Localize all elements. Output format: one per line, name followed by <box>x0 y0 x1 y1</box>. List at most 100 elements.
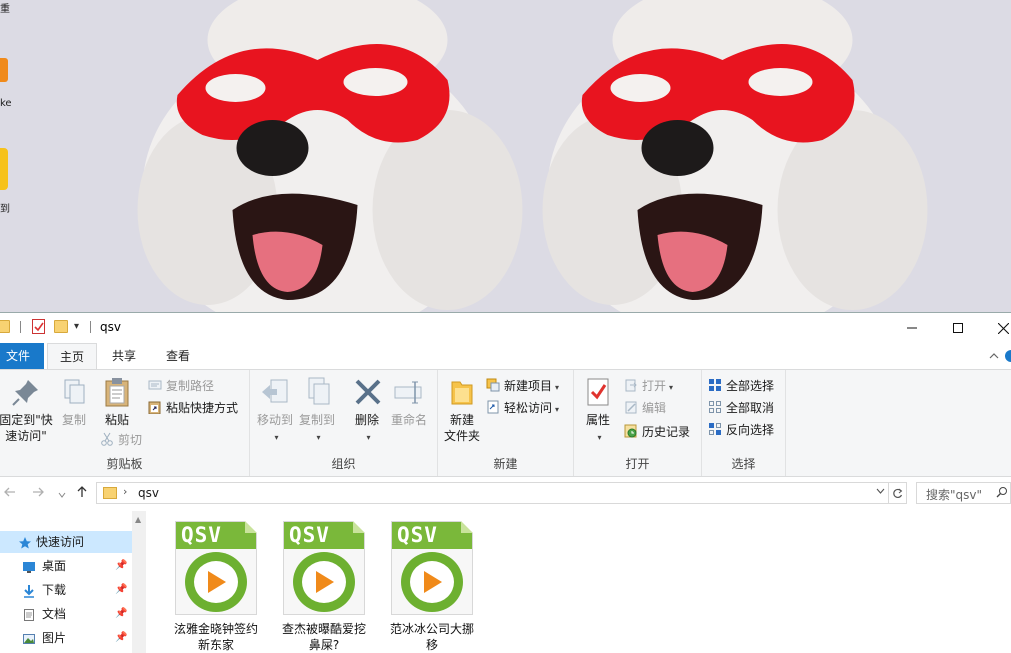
search-placeholder: 搜索"qsv" <box>926 488 983 502</box>
qa-separator-2 <box>90 321 91 333</box>
file-item[interactable]: QSV 泫雅金晓钟签约 新东家 <box>168 521 264 653</box>
ribbon-tabs: 文件 主页 共享 查看 <box>0 343 1011 370</box>
properties-button[interactable]: 属性 ▾ <box>582 376 614 446</box>
cut-button[interactable]: 剪切 <box>100 430 142 450</box>
edit-button[interactable]: 编辑 <box>624 398 666 418</box>
desktop-wallpaper: 重 ke 到 <box>0 0 1011 312</box>
copy-path-button[interactable]: 复制路径 <box>148 376 214 396</box>
organize-group-label: 组织 <box>331 457 356 471</box>
desktop-app-icon[interactable] <box>0 58 8 82</box>
tab-view[interactable]: 查看 <box>154 343 202 369</box>
copy-label: 复制 <box>61 413 86 427</box>
recent-locations-button[interactable] <box>58 487 66 503</box>
open-button[interactable]: 打开 ▾ <box>624 376 673 396</box>
qsv-file-icon: QSV <box>283 521 365 615</box>
back-arrow-icon <box>4 487 15 497</box>
scroll-up-icon[interactable]: ▲ <box>135 515 141 524</box>
forward-button[interactable] <box>32 486 44 502</box>
nav-label-pictures: 图片 <box>42 631 67 645</box>
new-item-button[interactable]: 新建项目 ▾ <box>486 376 559 396</box>
paste-shortcut-icon <box>148 400 162 415</box>
select-group-label: 选择 <box>731 457 756 471</box>
nav-item-documents[interactable]: 文档 📌 <box>0 603 132 625</box>
help-icon[interactable] <box>1005 350 1011 362</box>
invert-selection-button[interactable]: 反向选择 <box>708 420 774 440</box>
nav-item-desktop[interactable]: 桌面 📌 <box>0 555 132 577</box>
new-group-label: 新建 <box>493 457 518 471</box>
nav-item-pictures[interactable]: 图片 📌 <box>0 627 132 649</box>
title-bar[interactable]: ▾ qsv <box>0 313 1011 343</box>
pin-icon[interactable]: 📌 <box>115 627 127 649</box>
delete-button[interactable]: 删除 ▾ <box>352 376 382 446</box>
pin-label-line1: 固定到"快 <box>0 413 53 427</box>
file-item[interactable]: QSV 范冰冰公司大挪移 <box>384 521 480 653</box>
desktop-folder-icon[interactable] <box>0 148 8 190</box>
select-all-button[interactable]: 全部选择 <box>708 376 774 396</box>
nav-item-quick-access[interactable]: 快速访问 <box>0 531 132 553</box>
qsv-file-icon: QSV <box>175 521 257 615</box>
collapse-ribbon-icon[interactable] <box>989 349 999 362</box>
open-group: 属性 ▾ 打开 ▾ 编辑 历史记录 打开 <box>574 370 702 476</box>
tab-home[interactable]: 主页 <box>47 343 98 370</box>
nav-label-documents: 文档 <box>42 607 67 621</box>
select-group: 全部选择 全部取消 反向选择 选择 <box>702 370 786 476</box>
address-row: › qsv 搜索"qsv" <box>0 477 1011 511</box>
breadcrumb-path[interactable]: qsv <box>138 486 159 500</box>
select-none-button[interactable]: 全部取消 <box>708 398 774 418</box>
search-box[interactable]: 搜索"qsv" <box>916 482 1011 504</box>
properties-label: 属性 <box>585 413 610 427</box>
paste-icon <box>101 376 133 408</box>
organize-group: 移动到▾ 复制到▾ 删除 ▾ 重命名 组织 <box>250 370 438 476</box>
file-list: QSV 泫雅金晓钟签约 新东家 QSV 查杰被曝酷爱挖 鼻屎? QSV 范冰冰公… <box>146 511 1011 653</box>
paste-button[interactable]: 粘贴 <box>100 376 134 428</box>
pin-icon[interactable]: 📌 <box>115 555 127 577</box>
history-button[interactable]: 历史记录 <box>624 422 690 442</box>
new-folder-quick-icon[interactable] <box>54 320 68 333</box>
pin-icon[interactable]: 📌 <box>115 579 127 601</box>
maximize-button[interactable] <box>935 313 981 343</box>
copy-to-button[interactable]: 复制到▾ <box>298 376 336 446</box>
move-to-label: 移动到 <box>256 413 293 427</box>
refresh-button[interactable] <box>889 482 907 504</box>
nav-scrollbar[interactable]: ▲ <box>132 511 146 653</box>
copy-icon <box>58 376 90 408</box>
minimize-button[interactable] <box>889 313 935 343</box>
wallpaper-tile-right <box>542 0 928 312</box>
nav-item-downloads[interactable]: 下载 📌 <box>0 579 132 601</box>
tab-share[interactable]: 共享 <box>100 343 148 369</box>
address-history-dropdown[interactable] <box>876 486 885 498</box>
file-name: 泫雅金晓钟签约 新东家 <box>173 622 258 652</box>
qsv-file-icon: QSV <box>391 521 473 615</box>
nav-label-quick-access: 快速访问 <box>36 535 85 549</box>
pictures-icon <box>22 631 36 645</box>
new-folder-label-line1: 新建 <box>449 413 474 427</box>
copy-to-label: 复制到 <box>298 413 335 427</box>
search-icon[interactable] <box>996 486 1008 501</box>
new-folder-label-line2: 文件夹 <box>443 429 480 443</box>
folder-icon <box>0 320 10 333</box>
close-button[interactable] <box>980 313 1011 343</box>
rename-button[interactable]: 重命名 <box>390 376 428 428</box>
clipboard-group-label: 剪贴板 <box>106 457 143 471</box>
history-icon <box>624 424 638 438</box>
pin-icon[interactable]: 📌 <box>115 603 127 625</box>
move-to-button[interactable]: 移动到▾ <box>256 376 294 446</box>
paste-shortcut-button[interactable]: 粘贴快捷方式 <box>148 398 238 418</box>
breadcrumb-chevron-icon[interactable]: › <box>123 485 127 498</box>
easy-access-button[interactable]: 轻松访问 ▾ <box>486 398 559 418</box>
file-item[interactable]: QSV 查杰被曝酷爱挖 鼻屎? <box>276 521 372 653</box>
new-folder-button[interactable]: 新建 文件夹 <box>442 376 482 444</box>
customize-quick-access-dropdown[interactable]: ▾ <box>74 321 79 332</box>
copy-button[interactable]: 复制 <box>58 376 90 428</box>
properties-quick-icon[interactable] <box>32 319 45 334</box>
edit-label: 编辑 <box>642 401 667 415</box>
address-bar[interactable]: › qsv <box>96 482 889 504</box>
ribbon: 固定到"快 速访问" 复制 粘贴 复制路径 粘贴快捷方式 剪切 剪贴板 移动到▾… <box>0 369 1011 477</box>
back-button[interactable] <box>4 486 16 502</box>
navigation-pane: 快速访问 桌面 📌 下载 📌 文档 📌 图片 📌 ▲ <box>0 511 146 653</box>
up-button[interactable] <box>76 486 88 502</box>
desktop-label-mid: ke <box>0 98 12 109</box>
easy-access-label: 轻松访问 <box>504 401 553 415</box>
pin-to-quick-access-button[interactable]: 固定到"快 速访问" <box>0 376 54 444</box>
tab-file[interactable]: 文件 <box>0 343 44 369</box>
